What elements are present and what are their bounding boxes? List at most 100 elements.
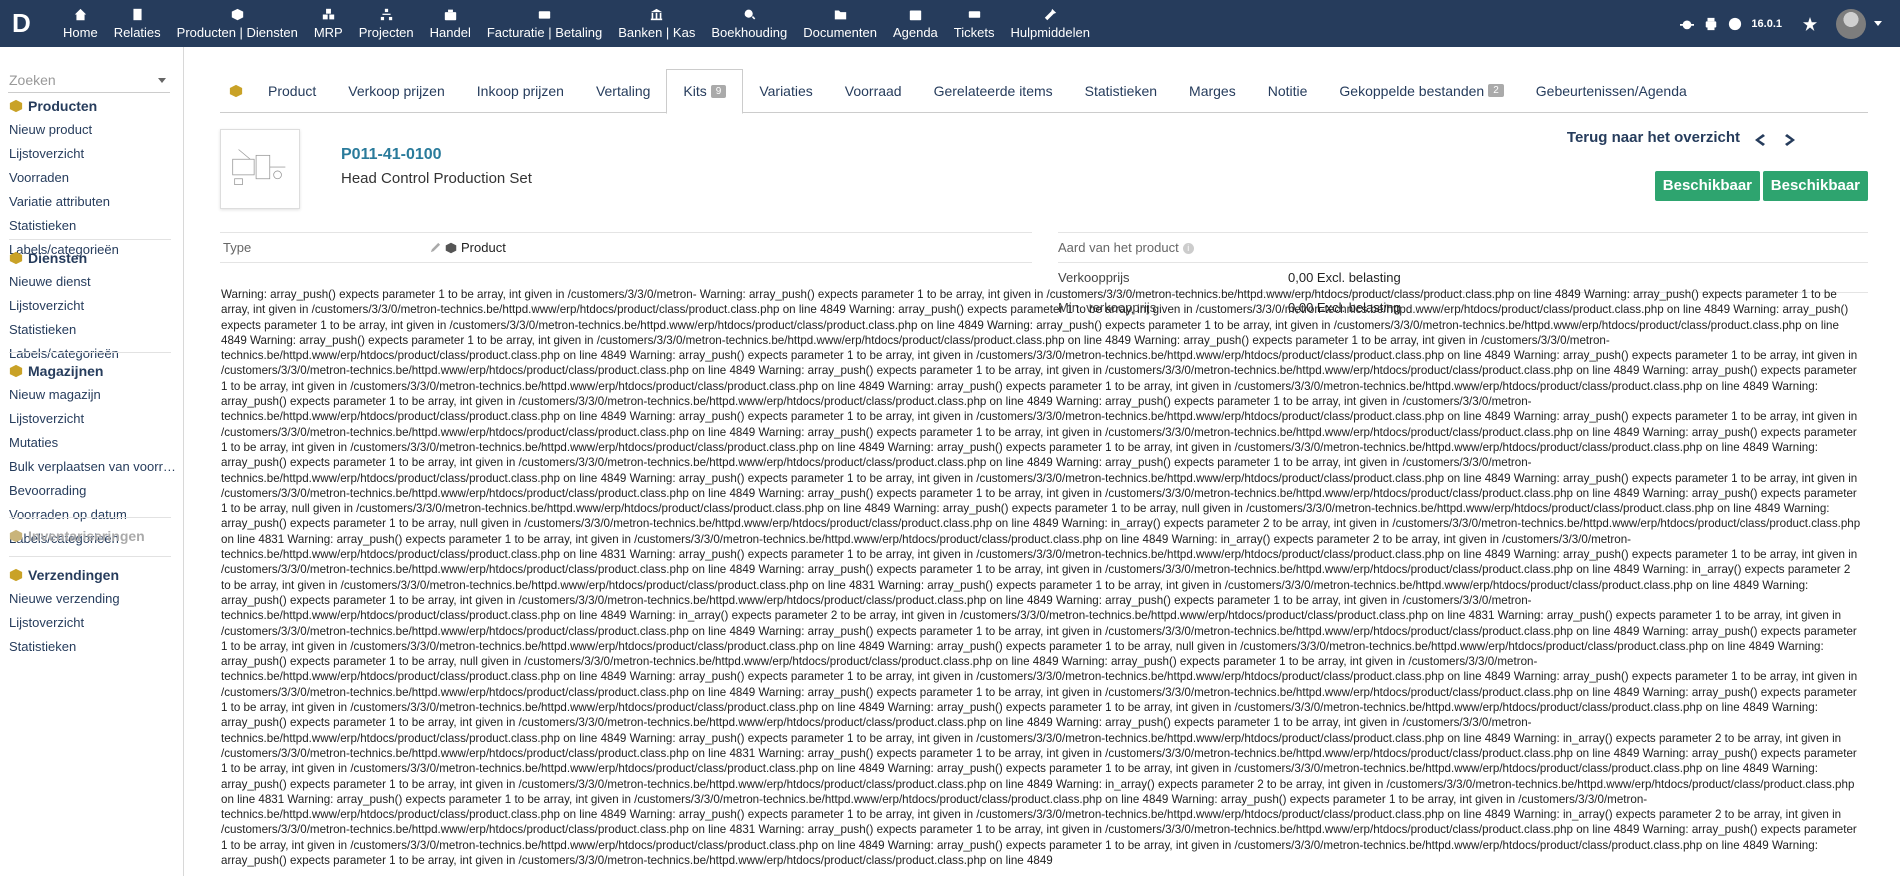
nav-item-mrp[interactable]: MRP (306, 0, 351, 47)
warning-line: Warning: array_push() expects parameter … (629, 471, 1511, 485)
sell-status-button[interactable]: Beschikbaar (1654, 171, 1760, 201)
sidebar-item[interactable]: Variatie attributen (0, 190, 178, 214)
cubes-icon (9, 364, 23, 378)
info-icon[interactable]: i (1182, 243, 1194, 255)
type-field-row: Type Product (220, 232, 1032, 262)
nav-item-agenda[interactable]: Agenda (885, 0, 946, 47)
tab-gekoppelde-bestanden[interactable]: Gekoppelde bestanden 2 (1323, 69, 1519, 113)
sidebar-heading-magazijnen[interactable]: Magazijnen (0, 359, 184, 383)
tab-inkoop-prijzen[interactable]: Inkoop prijzen (461, 69, 580, 113)
warning-line: Warning: array_push() expects parameter … (629, 349, 1511, 363)
sidebar-item[interactable]: Statistieken (0, 318, 178, 342)
search-input[interactable]: Zoeken (8, 67, 170, 93)
nav-item-label: Banken | Kas (618, 24, 696, 40)
pencil-icon[interactable] (430, 242, 441, 253)
main-menu: Home Relaties Producten | Diensten MRP Proje… (55, 0, 1098, 47)
nav-item-label: Projecten (358, 24, 414, 40)
nav-item-facturatie-betaling[interactable]: Facturatie | Betaling (479, 0, 610, 47)
back-to-list-link[interactable]: Terug naar het overzicht (1567, 129, 1740, 146)
nav-item-label: Facturatie | Betaling (486, 24, 603, 40)
sidebar-item[interactable]: Bulk verplaatsen van voorraad (0, 455, 178, 479)
tab-count-badge: 9 (710, 84, 727, 98)
sidebar-item[interactable]: Mutaties (0, 431, 178, 455)
warning-line: Warning: array_push() expects parameter … (758, 364, 1640, 378)
nav-item-handel[interactable]: Handel (422, 0, 479, 47)
truck-icon (9, 568, 23, 582)
nav-item-documenten[interactable]: Documenten (795, 0, 885, 47)
buy-status-button[interactable]: Beschikbaar (1762, 171, 1868, 201)
ticket-icon (967, 8, 981, 22)
warning-line: Warning: array_push() expects parameter … (887, 440, 1769, 454)
sidebar-item[interactable]: Nieuwe dienst (0, 270, 178, 294)
warning-line: Warning: array_push() expects parameter … (758, 624, 1640, 638)
warning-line: Warning: array_push() expects parameter … (887, 701, 1769, 715)
sidebar-item[interactable]: Lijstoverzicht (0, 294, 178, 318)
chevron-down-icon[interactable] (1874, 21, 1882, 26)
sidebar-item[interactable]: Bevoorrading (0, 479, 178, 503)
sidebar-item[interactable]: Nieuw product (0, 118, 178, 142)
chevron-right-icon[interactable] (1784, 133, 1796, 146)
cube-icon (9, 99, 23, 113)
nav-item-hulpmiddelen[interactable]: Hulpmiddelen (1002, 0, 1098, 47)
tab-notitie[interactable]: Notitie (1252, 69, 1324, 113)
nav-item-boekhouding[interactable]: Boekhouding (703, 0, 795, 47)
tab-statistieken[interactable]: Statistieken (1069, 69, 1173, 113)
warning-line: Warning: array_push() expects parameter … (699, 288, 1581, 301)
sidebar-divider (9, 352, 171, 353)
sidebar-item[interactable]: Lijstoverzicht (0, 407, 178, 431)
tab-gerelateerde-items[interactable]: Gerelateerde items (918, 69, 1069, 113)
nav-item-projecten[interactable]: Projecten (351, 0, 422, 47)
help-icon[interactable] (1727, 16, 1743, 32)
warning-line: Warning: array_push() expects parameter … (887, 762, 1769, 776)
tab-product[interactable]: Product (252, 69, 332, 113)
warning-line: Warning: array_push() expects parameter … (758, 746, 1640, 760)
nav-item-label: Tickets (953, 24, 995, 40)
app-logo[interactable]: D (12, 9, 40, 37)
sidebar-heading-diensten[interactable]: Diensten (0, 246, 184, 270)
sidebar-heading-inventariseringen[interactable]: Inventariseringen (0, 524, 184, 548)
folder-icon (833, 8, 847, 22)
product-label: Head Control Production Set (341, 170, 532, 187)
sidebar-item[interactable]: Statistieken (0, 635, 178, 659)
sidebar-heading-verzendingen[interactable]: Verzendingen (0, 563, 184, 587)
tab-marges[interactable]: Marges (1173, 69, 1252, 113)
warning-line: Warning: array_push() expects parameter … (758, 685, 1640, 699)
nav-item-producten-diensten[interactable]: Producten | Diensten (169, 0, 306, 47)
sidebar-item[interactable]: Voorraden (0, 166, 178, 190)
warning-line: Warning: array_push() expects parameter … (758, 425, 1640, 439)
sidebar-heading-producten[interactable]: Producten (0, 94, 184, 118)
tab-verkoop-prijzen[interactable]: Verkoop prijzen (332, 69, 461, 113)
tab-variaties[interactable]: Variaties (743, 69, 828, 113)
nav-item-relaties[interactable]: Relaties (106, 0, 169, 47)
print-icon[interactable] (1703, 16, 1719, 32)
version-label: 16.0.1 (1751, 17, 1782, 30)
sidebar-item[interactable]: Lijstoverzicht (0, 142, 178, 166)
chevron-down-icon[interactable] (158, 78, 166, 83)
product-thumbnail[interactable] (220, 129, 300, 209)
nav-item-label: Agenda (892, 24, 938, 40)
warning-line: Warning: array_push() expects parameter … (758, 563, 1640, 577)
tab-vertaling[interactable]: Vertaling (580, 69, 666, 113)
sidebar-item[interactable]: Nieuw magazijn (0, 383, 178, 407)
warning-line: Warning: array_push() expects parameter … (887, 379, 1769, 393)
tab-voorraad[interactable]: Voorraad (829, 69, 918, 113)
tab-count-badge: 2 (1488, 84, 1504, 97)
warning-line: Warning: array_push() expects parameter … (887, 838, 1769, 852)
sidebar-item[interactable]: Lijstoverzicht (0, 611, 178, 635)
sell-price-value: 0,00 Excl. belasting (1288, 270, 1401, 285)
avatar[interactable] (1836, 8, 1866, 39)
nav-item-label: Producten | Diensten (176, 24, 298, 40)
bug-icon[interactable] (1679, 16, 1695, 32)
sidebar-divider (9, 239, 171, 240)
nav-item-banken-kas[interactable]: Banken | Kas (610, 0, 703, 47)
chevron-left-icon[interactable] (1754, 133, 1766, 146)
sidebar-item[interactable]: Nieuwe verzending (0, 587, 178, 611)
sidebar-item[interactable]: Statistieken (0, 214, 178, 238)
tab-gebeurtenissen-agenda[interactable]: Gebeurtenissen/Agenda (1520, 69, 1703, 113)
nav-item-label: MRP (313, 24, 343, 40)
bookmark-star-icon[interactable] (1802, 16, 1818, 32)
nav-item-home[interactable]: Home (55, 0, 106, 47)
tab-kits[interactable]: Kits 9 (666, 68, 744, 114)
nav-item-tickets[interactable]: Tickets (946, 0, 1003, 47)
cubes-icon (321, 8, 335, 22)
